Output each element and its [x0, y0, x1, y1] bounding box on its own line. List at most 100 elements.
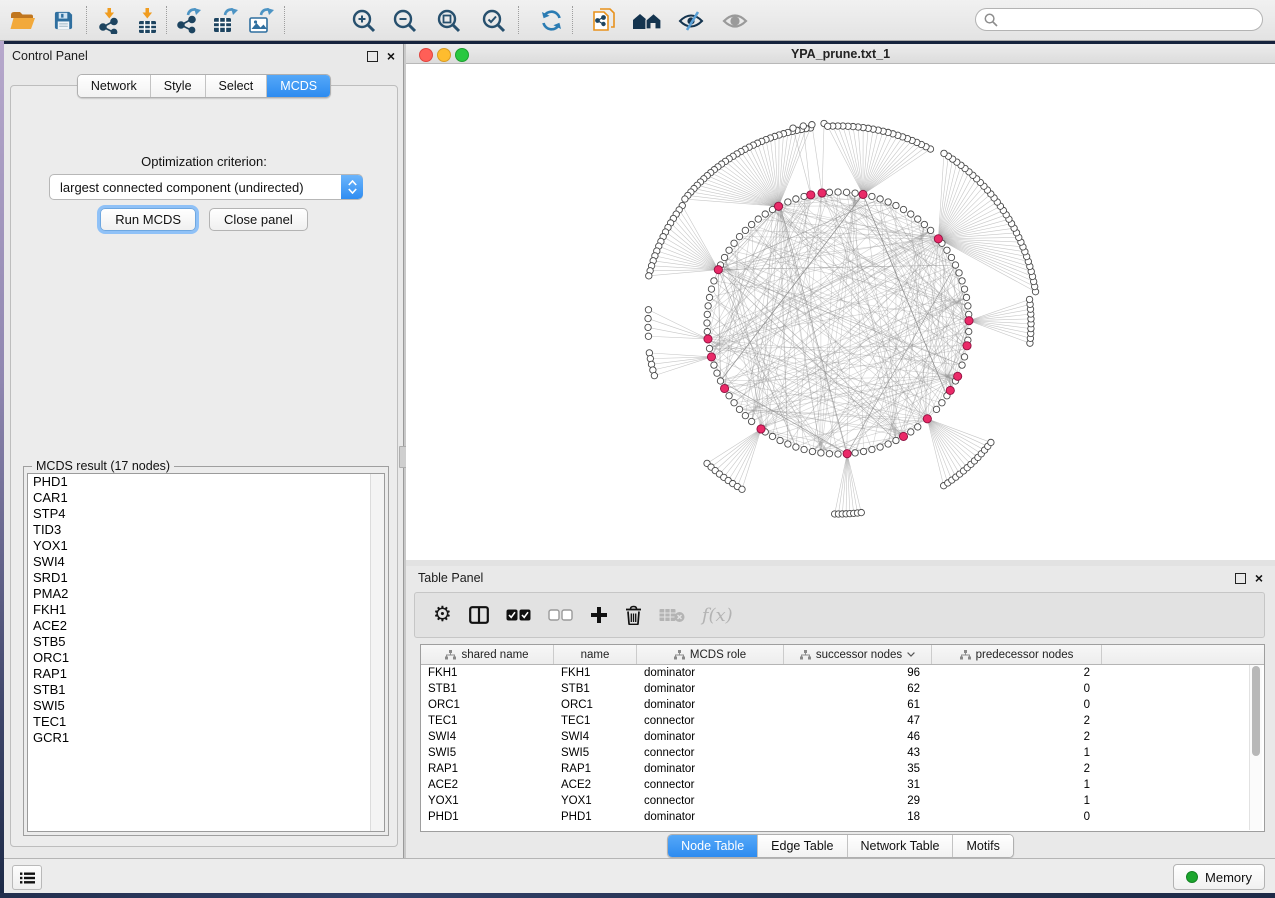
table-row[interactable]: SWI5SWI5connector431	[421, 745, 1264, 761]
mcds-result-item[interactable]: YOX1	[28, 538, 384, 554]
table-cell: RAP1	[554, 763, 637, 775]
tab-style[interactable]: Style	[151, 75, 206, 97]
show-all-button[interactable]	[720, 7, 750, 34]
show-columns-icon[interactable]	[469, 606, 489, 624]
select-all-icon[interactable]	[506, 609, 531, 621]
zoom-fit-button[interactable]	[434, 7, 464, 34]
mcds-result-list[interactable]: PHD1CAR1STP4TID3YOX1SWI4SRD1PMA2FKH1ACE2…	[27, 473, 385, 832]
tab-edge-table[interactable]: Edge Table	[758, 835, 847, 857]
float-table-panel-icon[interactable]	[1235, 573, 1246, 584]
network-canvas[interactable]	[406, 64, 1275, 560]
table-scrollbar[interactable]	[1249, 665, 1262, 830]
table-scrollbar-thumb[interactable]	[1252, 666, 1260, 756]
apply-layout-button[interactable]	[536, 7, 566, 34]
import-table-button[interactable]	[132, 7, 162, 34]
mcds-result-item[interactable]: TEC1	[28, 714, 384, 730]
zoom-out-button[interactable]	[390, 7, 420, 34]
table-panel: Table Panel × ⚙	[406, 566, 1275, 858]
first-neighbors-button[interactable]	[632, 7, 662, 34]
column-header-predecessor-nodes[interactable]: predecessor nodes	[932, 645, 1102, 664]
zoom-in-button[interactable]	[349, 7, 379, 34]
table-settings-gear-icon[interactable]: ⚙	[433, 605, 452, 625]
mcds-result-item[interactable]: SRD1	[28, 570, 384, 586]
tab-motifs[interactable]: Motifs	[953, 835, 1012, 857]
table-row[interactable]: TEC1TEC1connector472	[421, 713, 1264, 729]
close-panel-icon[interactable]: ×	[387, 52, 395, 61]
hide-selected-button[interactable]	[676, 7, 706, 34]
add-column-icon[interactable]	[590, 606, 608, 624]
column-header-name[interactable]: name	[554, 645, 637, 664]
mcds-result-item[interactable]: PMA2	[28, 586, 384, 602]
table-row[interactable]: YOX1YOX1connector291	[421, 793, 1264, 809]
task-history-button[interactable]	[12, 865, 42, 890]
node-table-body[interactable]: FKH1FKH1dominator962STB1STB1dominator620…	[421, 665, 1264, 825]
table-cell: dominator	[637, 811, 784, 823]
tab-mcds[interactable]: MCDS	[267, 75, 330, 97]
column-header-mcds-role[interactable]: MCDS role	[637, 645, 784, 664]
table-cell: connector	[637, 747, 784, 759]
tab-node-table[interactable]: Node Table	[668, 835, 758, 857]
table-row[interactable]: FKH1FKH1dominator962	[421, 665, 1264, 681]
mcds-list-scrollbar[interactable]	[370, 474, 384, 831]
memory-button[interactable]: Memory	[1173, 864, 1265, 890]
tab-network[interactable]: Network	[78, 75, 151, 97]
mcds-result-item[interactable]: GCR1	[28, 730, 384, 746]
table-cell: dominator	[637, 731, 784, 743]
search-input[interactable]	[998, 12, 1262, 28]
export-network-button[interactable]	[174, 7, 204, 34]
import-network-button[interactable]	[94, 7, 124, 34]
column-header-shared-name[interactable]: shared name	[421, 645, 554, 664]
zoom-fit-icon	[436, 8, 462, 34]
column-header-successor-nodes[interactable]: successor nodes	[784, 645, 932, 664]
mcds-result-item[interactable]: FKH1	[28, 602, 384, 618]
table-row[interactable]: PHD1PHD1dominator180	[421, 809, 1264, 825]
mcds-result-item[interactable]: SWI4	[28, 554, 384, 570]
network-view-window: YPA_prune.txt_1	[406, 44, 1275, 560]
open-session-button[interactable]	[8, 7, 38, 34]
mcds-result-title: MCDS result (17 nodes)	[32, 459, 174, 473]
criterion-dropdown[interactable]: largest connected component (undirected)	[49, 174, 363, 200]
float-panel-icon[interactable]	[367, 51, 378, 62]
mcds-result-item[interactable]: STP4	[28, 506, 384, 522]
mcds-result-item[interactable]: CAR1	[28, 490, 384, 506]
mcds-result-item[interactable]: PHD1	[28, 474, 384, 490]
mcds-result-item[interactable]: STB5	[28, 634, 384, 650]
save-session-button[interactable]	[48, 7, 78, 34]
run-mcds-button[interactable]: Run MCDS	[100, 208, 196, 231]
table-cell: STB1	[421, 683, 554, 695]
table-cell: 1	[932, 779, 1102, 791]
mcds-result-item[interactable]: ORC1	[28, 650, 384, 666]
new-network-from-selection-button[interactable]	[590, 7, 620, 34]
mcds-subpanel: Network Style Select MCDS Optimization c…	[10, 85, 398, 847]
deselect-all-icon[interactable]	[548, 609, 573, 621]
delete-column-trash-icon[interactable]	[625, 605, 642, 625]
zoom-selected-button[interactable]	[479, 7, 509, 34]
toolbar-separator	[284, 6, 285, 34]
table-cell: SWI4	[421, 731, 554, 743]
close-table-panel-icon[interactable]: ×	[1255, 574, 1263, 583]
search-icon	[984, 13, 998, 27]
mcds-result-item[interactable]: SWI5	[28, 698, 384, 714]
close-panel-button[interactable]: Close panel	[209, 208, 308, 231]
mcds-result-item[interactable]: ACE2	[28, 618, 384, 634]
function-builder-icon[interactable]: f(x)	[702, 605, 733, 626]
table-row[interactable]: RAP1RAP1dominator352	[421, 761, 1264, 777]
tab-select[interactable]: Select	[206, 75, 268, 97]
table-cell: PHD1	[421, 811, 554, 823]
mcds-result-item[interactable]: RAP1	[28, 666, 384, 682]
delete-table-icon[interactable]	[659, 607, 685, 623]
table-cell: FKH1	[554, 667, 637, 679]
mcds-result-item[interactable]: TID3	[28, 522, 384, 538]
houses-icon	[632, 10, 662, 32]
mcds-result-item[interactable]: STB1	[28, 682, 384, 698]
table-row[interactable]: ORC1ORC1dominator610	[421, 697, 1264, 713]
table-row[interactable]: SWI4SWI4dominator462	[421, 729, 1264, 745]
export-image-button[interactable]	[246, 7, 276, 34]
table-row[interactable]: STB1STB1dominator620	[421, 681, 1264, 697]
search-field[interactable]	[975, 8, 1263, 31]
tab-network-table[interactable]: Network Table	[848, 835, 954, 857]
table-row[interactable]: ACE2ACE2connector311	[421, 777, 1264, 793]
node-table[interactable]: shared name name MCDS role successor nod…	[420, 644, 1265, 832]
table-cell: 29	[784, 795, 932, 807]
export-table-button[interactable]	[210, 7, 240, 34]
